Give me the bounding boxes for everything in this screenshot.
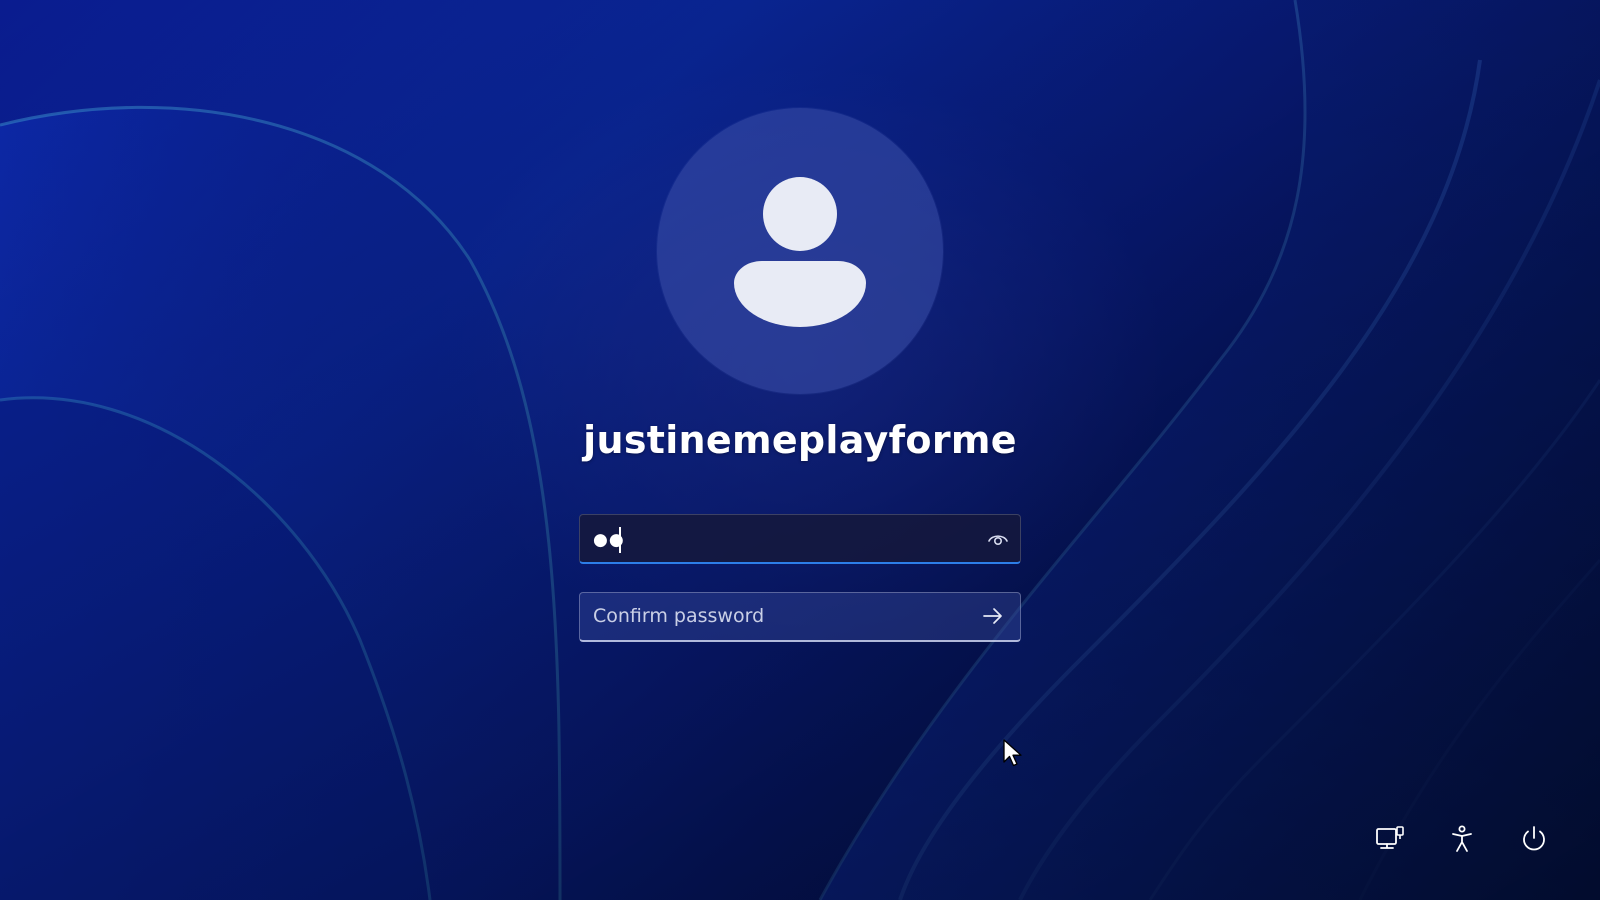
accessibility-icon bbox=[1452, 825, 1472, 852]
eye-icon bbox=[988, 535, 1008, 546]
username-label: justinemeplayforme bbox=[583, 418, 1017, 462]
confirm-password-field[interactable] bbox=[579, 592, 1021, 642]
lock-screen: justinemeplayforme ●● bbox=[0, 0, 1600, 900]
accessibility-button[interactable] bbox=[1445, 822, 1479, 856]
avatar-body bbox=[734, 261, 866, 327]
avatar-head bbox=[763, 177, 837, 251]
power-icon bbox=[1523, 826, 1545, 851]
reveal-password-button[interactable] bbox=[986, 528, 1010, 552]
new-password-field[interactable]: ●● bbox=[579, 514, 1021, 564]
confirm-password-input[interactable] bbox=[580, 593, 986, 639]
network-button[interactable] bbox=[1373, 822, 1407, 856]
submit-button[interactable] bbox=[980, 603, 1006, 629]
user-avatar bbox=[657, 108, 943, 394]
text-caret bbox=[619, 527, 621, 553]
arrow-right-icon bbox=[983, 608, 1002, 624]
power-button[interactable] bbox=[1517, 822, 1551, 856]
network-icon bbox=[1376, 826, 1404, 849]
mouse-pointer-icon bbox=[1003, 739, 1022, 767]
